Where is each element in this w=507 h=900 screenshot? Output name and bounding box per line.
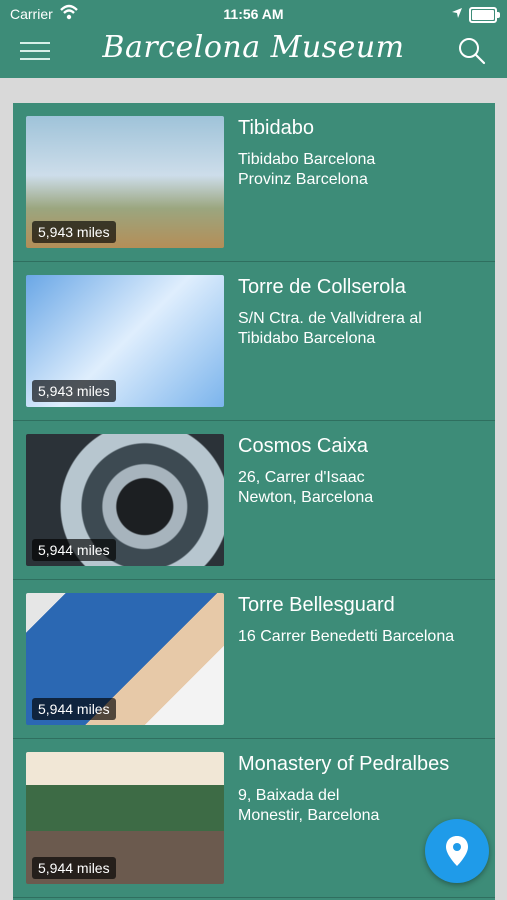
museum-info: Torre Bellesguard 16 Carrer Benedetti Ba…	[238, 594, 488, 647]
museum-thumbnail: 5,944 miles	[26, 434, 224, 566]
museum-info: Cosmos Caixa 26, Carrer d'Isaac Newton, B…	[238, 435, 488, 508]
museum-address: Tibidabo Barcelona Provinz Barcelona	[238, 151, 376, 188]
museum-info: Tibidabo Tibidabo Barcelona Provinz Barce…	[238, 117, 488, 190]
museum-name: Torre de Collserola	[238, 276, 406, 298]
status-bar: Carrier 11:56 AM	[0, 0, 507, 28]
distance-badge: 5,943 miles	[32, 380, 116, 402]
museum-name: Tibidabo	[238, 117, 314, 139]
museum-info: Monastery of Pedralbes 9, Baixada del Mon…	[238, 753, 488, 826]
museum-thumbnail: 5,943 miles	[26, 116, 224, 248]
distance-badge: 5,944 miles	[32, 857, 116, 879]
museum-name: Cosmos Caixa	[238, 435, 369, 457]
distance-badge: 5,943 miles	[32, 221, 116, 243]
museum-name: Monastery of Pedralbes	[238, 753, 450, 775]
museum-thumbnail: 5,943 miles	[26, 275, 224, 407]
museum-thumbnail: 5,944 miles	[26, 752, 224, 884]
museum-list[interactable]: 5,943 miles Tibidabo Tibidabo Barcelona P…	[13, 103, 495, 900]
distance-badge: 5,944 miles	[32, 539, 116, 561]
museum-thumbnail: 5,944 miles	[26, 593, 224, 725]
list-item[interactable]: 5,944 miles Cosmos Caixa 26, Carrer d'Is…	[13, 421, 495, 580]
museum-address: S/N Ctra. de Vallvidrera al Tibidabo Barc…	[238, 310, 422, 347]
list-item[interactable]: 5,944 miles Monastery of Pedralbes 9, Ba…	[13, 739, 495, 898]
list-item[interactable]: 5,943 miles Tibidabo Tibidabo Barcelona P…	[13, 103, 495, 262]
map-button[interactable]	[425, 819, 489, 883]
museum-address: 16 Carrer Benedetti Barcelona	[238, 628, 455, 645]
list-item[interactable]: 5,944 miles Torre Bellesguard 16 Carrer …	[13, 580, 495, 739]
location-arrow-icon	[451, 6, 463, 22]
list-item[interactable]: 5,943 miles Torre de Collserola S/N Ctra…	[13, 262, 495, 421]
search-icon[interactable]	[457, 36, 487, 66]
app-header: Carrier 11:56 AM Barcelona Museum	[0, 0, 507, 78]
distance-badge: 5,944 miles	[32, 698, 116, 720]
museum-info: Torre de Collserola S/N Ctra. de Vallvid…	[238, 276, 488, 349]
map-pin-icon	[446, 836, 468, 866]
museum-address: 26, Carrer d'Isaac Newton, Barcelona	[238, 469, 374, 506]
app-title: Barcelona Museum	[102, 30, 405, 65]
clock-time: 11:56 AM	[223, 6, 284, 22]
museum-name: Torre Bellesguard	[238, 594, 395, 616]
battery-icon	[469, 7, 500, 23]
